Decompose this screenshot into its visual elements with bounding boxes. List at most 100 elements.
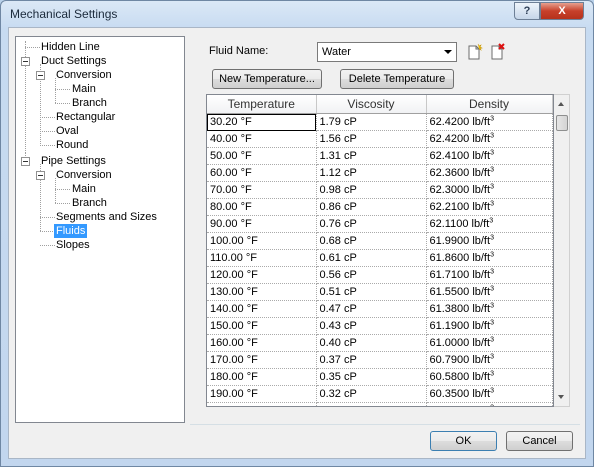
new-temperature-button[interactable]: New Temperature... [212, 69, 322, 89]
tree-item-slopes[interactable]: Slopes [56, 238, 90, 252]
column-header-viscosity[interactable]: Viscosity [316, 95, 427, 114]
column-header-temperature[interactable]: Temperature [207, 95, 317, 114]
column-header-density[interactable]: Density [426, 95, 553, 114]
tree-item-pipe-settings[interactable]: Pipe Settings [41, 154, 106, 168]
tree-item-duct-settings[interactable]: Duct Settings [41, 54, 106, 68]
table-row[interactable]: 110.00 °F 0.61 cP 61.8600 lb/ft3 [207, 249, 553, 267]
scroll-up-icon[interactable] [558, 102, 564, 106]
new-fluid-icon[interactable] [465, 43, 483, 61]
temperature-cell[interactable]: 180.00 °F [207, 368, 317, 386]
density-cell[interactable]: 61.8600 lb/ft3 [426, 249, 553, 267]
viscosity-cell[interactable]: 0.76 cP [316, 215, 427, 233]
viscosity-cell[interactable]: 0.37 cP [316, 351, 427, 369]
viscosity-cell[interactable]: 1.31 cP [316, 147, 427, 165]
table-row[interactable]: 170.00 °F 0.37 cP 60.7900 lb/ft3 [207, 351, 553, 369]
viscosity-cell[interactable]: 0.56 cP [316, 266, 427, 284]
temperature-cell[interactable]: 200.00 °F [207, 402, 317, 406]
density-cell[interactable]: 60.1200 lb/ft3 [426, 402, 553, 406]
viscosity-cell[interactable]: 0.32 cP [316, 385, 427, 403]
help-button[interactable]: ? [514, 2, 540, 20]
density-cell[interactable]: 62.1100 lb/ft3 [426, 215, 553, 233]
table-row[interactable]: 120.00 °F 0.56 cP 61.7100 lb/ft3 [207, 266, 553, 284]
tree-item-round[interactable]: Round [56, 138, 88, 152]
viscosity-cell[interactable]: 0.51 cP [316, 283, 427, 301]
viscosity-cell[interactable]: 0.98 cP [316, 181, 427, 199]
delete-fluid-icon[interactable] [488, 43, 506, 61]
viscosity-cell[interactable]: 1.12 cP [316, 164, 427, 182]
viscosity-cell[interactable]: 0.35 cP [316, 368, 427, 386]
cancel-button[interactable]: Cancel [506, 431, 573, 451]
temperature-cell[interactable]: 70.00 °F [207, 181, 317, 199]
density-cell[interactable]: 61.3800 lb/ft3 [426, 300, 553, 318]
table-row[interactable]: 200.00 °F 0.30 cP 60.1200 lb/ft3 [207, 402, 553, 406]
temperature-cell[interactable]: 120.00 °F [207, 266, 317, 284]
table-row[interactable]: 190.00 °F 0.32 cP 60.3500 lb/ft3 [207, 385, 553, 403]
density-cell[interactable]: 62.2100 lb/ft3 [426, 198, 553, 216]
temperature-cell[interactable]: 190.00 °F [207, 385, 317, 403]
viscosity-cell[interactable]: 1.56 cP [316, 130, 427, 148]
delete-temperature-button[interactable]: Delete Temperature [340, 69, 454, 89]
temperature-cell[interactable]: 170.00 °F [207, 351, 317, 369]
tree-item-duct-main[interactable]: Main [72, 82, 96, 96]
temperature-cell[interactable]: 100.00 °F [207, 232, 317, 250]
collapse-pipe-conversion-icon[interactable] [36, 171, 45, 180]
tree-item-fluids[interactable]: Fluids [54, 224, 88, 238]
temperature-cell[interactable]: 30.20 °F [207, 113, 317, 131]
viscosity-cell[interactable]: 0.40 cP [316, 334, 427, 352]
title-bar[interactable]: Mechanical Settings ? X [1, 1, 593, 27]
tree-item-segments-and-sizes[interactable]: Segments and Sizes [56, 210, 157, 224]
viscosity-cell[interactable]: 0.86 cP [316, 198, 427, 216]
density-cell[interactable]: 62.4100 lb/ft3 [426, 147, 553, 165]
tree-item-pipe-branch[interactable]: Branch [72, 196, 107, 210]
tree-item-pipe-main[interactable]: Main [72, 182, 96, 196]
table-row[interactable]: 160.00 °F 0.40 cP 61.0000 lb/ft3 [207, 334, 553, 352]
viscosity-cell[interactable]: 0.43 cP [316, 317, 427, 335]
viscosity-cell[interactable]: 0.47 cP [316, 300, 427, 318]
density-cell[interactable]: 61.9900 lb/ft3 [426, 232, 553, 250]
table-row[interactable]: 60.00 °F 1.12 cP 62.3600 lb/ft3 [207, 164, 553, 182]
table-row[interactable]: 40.00 °F 1.56 cP 62.4200 lb/ft3 [207, 130, 553, 148]
temperature-cell[interactable]: 60.00 °F [207, 164, 317, 182]
table-row[interactable]: 150.00 °F 0.43 cP 61.1900 lb/ft3 [207, 317, 553, 335]
ok-button[interactable]: OK [430, 431, 497, 451]
collapse-pipe-settings-icon[interactable] [21, 157, 30, 166]
viscosity-cell[interactable]: 0.68 cP [316, 232, 427, 250]
table-row[interactable]: 80.00 °F 0.86 cP 62.2100 lb/ft3 [207, 198, 553, 216]
temperature-cell[interactable]: 80.00 °F [207, 198, 317, 216]
fluid-properties-table[interactable]: Temperature Viscosity Density 30.20 °F 1.… [206, 94, 554, 407]
tree-item-oval[interactable]: Oval [56, 124, 79, 138]
tree-item-pipe-conversion[interactable]: Conversion [56, 168, 112, 182]
table-row[interactable]: 100.00 °F 0.68 cP 61.9900 lb/ft3 [207, 232, 553, 250]
tree-item-rectangular[interactable]: Rectangular [56, 110, 115, 124]
temperature-cell[interactable]: 50.00 °F [207, 147, 317, 165]
table-row[interactable]: 30.20 °F 1.79 cP 62.4200 lb/ft3 [207, 113, 553, 131]
viscosity-cell[interactable]: 1.79 cP [316, 113, 427, 131]
density-cell[interactable]: 62.3600 lb/ft3 [426, 164, 553, 182]
collapse-duct-settings-icon[interactable] [21, 57, 30, 66]
viscosity-cell[interactable]: 0.61 cP [316, 249, 427, 267]
temperature-cell[interactable]: 110.00 °F [207, 249, 317, 267]
close-button[interactable]: X [540, 2, 584, 20]
tree-item-duct-branch[interactable]: Branch [72, 96, 107, 110]
density-cell[interactable]: 60.5800 lb/ft3 [426, 368, 553, 386]
density-cell[interactable]: 61.0000 lb/ft3 [426, 334, 553, 352]
table-row[interactable]: 180.00 °F 0.35 cP 60.5800 lb/ft3 [207, 368, 553, 386]
table-row[interactable]: 50.00 °F 1.31 cP 62.4100 lb/ft3 [207, 147, 553, 165]
viscosity-cell[interactable]: 0.30 cP [316, 402, 427, 406]
temperature-cell[interactable]: 130.00 °F [207, 283, 317, 301]
collapse-duct-conversion-icon[interactable] [36, 71, 45, 80]
table-scrollbar[interactable] [554, 94, 570, 407]
temperature-cell[interactable]: 90.00 °F [207, 215, 317, 233]
scroll-thumb[interactable] [556, 115, 568, 131]
table-row[interactable]: 90.00 °F 0.76 cP 62.1100 lb/ft3 [207, 215, 553, 233]
fluid-name-dropdown[interactable]: Water [317, 42, 457, 62]
density-cell[interactable]: 61.7100 lb/ft3 [426, 266, 553, 284]
density-cell[interactable]: 62.3000 lb/ft3 [426, 181, 553, 199]
density-cell[interactable]: 60.7900 lb/ft3 [426, 351, 553, 369]
density-cell[interactable]: 62.4200 lb/ft3 [426, 113, 553, 131]
tree-item-hidden-line[interactable]: Hidden Line [41, 40, 100, 54]
scroll-down-icon[interactable] [558, 395, 564, 399]
table-row[interactable]: 130.00 °F 0.51 cP 61.5500 lb/ft3 [207, 283, 553, 301]
table-row[interactable]: 70.00 °F 0.98 cP 62.3000 lb/ft3 [207, 181, 553, 199]
temperature-cell[interactable]: 40.00 °F [207, 130, 317, 148]
